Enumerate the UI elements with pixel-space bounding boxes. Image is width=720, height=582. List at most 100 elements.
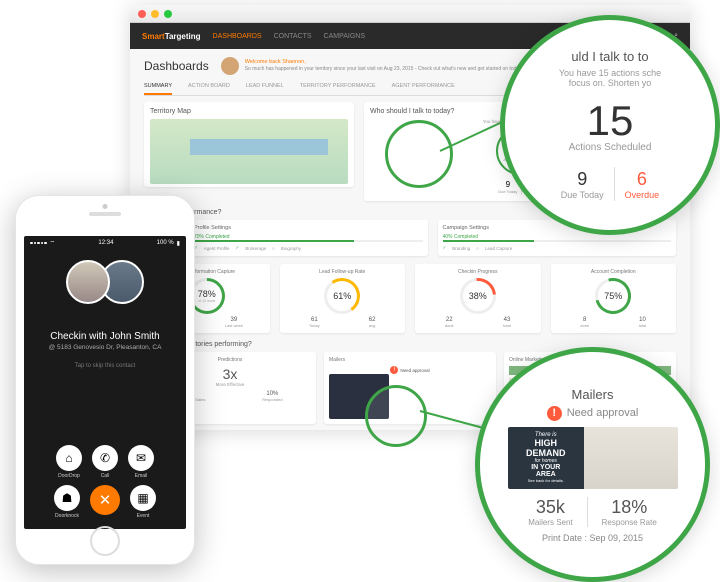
map-image[interactable] xyxy=(150,119,348,184)
battery-icon: ▮ xyxy=(177,240,180,247)
email-icon: ✉ xyxy=(128,445,154,471)
campaign-title: Campaign Settings xyxy=(443,225,489,231)
phone-mockup: ⌔ 12:34 100 %▮ Checkin with John Smith @… xyxy=(15,195,195,565)
dc2-resp-l: Response Rate xyxy=(602,518,657,527)
doorknock-icon: ☗ xyxy=(54,485,80,511)
dc2-t3: DEMAND xyxy=(526,448,566,458)
dc2-t6: AREA xyxy=(536,471,556,478)
campaign-i1: Branding xyxy=(452,246,470,251)
mailer-preview[interactable]: There is HIGH DEMAND for homes IN YOUR A… xyxy=(508,427,678,489)
tab-action-board[interactable]: ACTION BOARD xyxy=(188,79,230,95)
dc1-sub1: You have 15 actions sche xyxy=(559,68,661,78)
close-dot[interactable] xyxy=(138,10,146,18)
event-label: Event xyxy=(137,513,150,519)
doordrop-button[interactable]: ⌂ DoorDrop xyxy=(56,445,82,479)
g1-pct: 78% xyxy=(198,289,216,299)
gauge-account[interactable]: Account Completion 75% 8done10total xyxy=(551,264,677,333)
call-button[interactable]: ✆ Call xyxy=(92,445,118,479)
doordrop-icon: ⌂ xyxy=(56,445,82,471)
g1-f2l: Last week xyxy=(225,323,243,328)
detail-mailers-circle: Mailers ! Need approval There is HIGH DEM… xyxy=(475,347,710,582)
wifi-icon: ⌔ xyxy=(50,239,56,247)
g4-f1l: done xyxy=(580,323,589,328)
tab-lead-funnel[interactable]: LEAD FUNNEL xyxy=(246,79,284,95)
mailers-sm-appr: Need approval xyxy=(400,368,429,373)
dc2-t2: HIGH xyxy=(535,438,558,448)
dc2-divider xyxy=(587,497,588,527)
campaign-i2: Lead Capture xyxy=(485,246,512,251)
zoom-source-1 xyxy=(385,120,453,188)
g4-f2l: total xyxy=(639,323,647,328)
dc1-sub2: focus on. Shorten yo xyxy=(569,78,652,88)
dc2-title: Mailers xyxy=(572,387,614,402)
g2-f1l: Today xyxy=(309,323,320,328)
tab-agent-perf[interactable]: AGENT PERFORMANCE xyxy=(392,79,455,95)
welcome-banner: Welcome back Shannon, So much has happen… xyxy=(221,57,544,75)
doorknock-label: Doorknock xyxy=(55,513,79,519)
due-today-l: Due Today xyxy=(498,189,517,194)
pred-f2l: Responded xyxy=(262,397,282,402)
welcome-body: So much has happened in your territory s… xyxy=(245,66,544,73)
g3-title: Checkin Progress xyxy=(420,269,536,275)
mailer-photo xyxy=(584,427,678,489)
gauge-checkin[interactable]: Checkin Progress 38% 22done43total xyxy=(415,264,541,333)
nav-dashboards[interactable]: DASHBOARDS xyxy=(213,33,262,40)
nav-campaigns[interactable]: CAMPAIGNS xyxy=(324,33,366,40)
gauge-followup[interactable]: Lead Follow-up Rate 61% 61Today62avg xyxy=(280,264,406,333)
dc1-big: 15 xyxy=(587,100,634,142)
checkin-address: @ 5183 Genovesio Dr, Pleasanton, CA xyxy=(24,344,186,351)
close-button[interactable]: ✕ xyxy=(90,485,120,519)
checkin-title: Checkin with John Smith xyxy=(24,331,186,342)
doordrop-label: DoorDrop xyxy=(58,473,80,479)
g3-f1l: done xyxy=(445,323,454,328)
dc1-divider xyxy=(614,167,615,201)
max-dot[interactable] xyxy=(164,10,172,18)
profile-i3: Biography xyxy=(281,246,301,251)
profile-i1: Agent Profile xyxy=(204,246,230,251)
email-label: Email xyxy=(135,473,148,479)
dc2-sent-n: 35k xyxy=(528,497,572,518)
g2-pct: 61% xyxy=(333,291,351,301)
dc1-over-n: 6 xyxy=(625,169,660,190)
dc2-t5: IN YOUR xyxy=(531,464,560,471)
g3-f2l: total xyxy=(503,323,511,328)
dc1-title: uld I talk to to xyxy=(571,49,648,64)
phone-icon: ✆ xyxy=(92,445,118,471)
tab-territory-perf[interactable]: TERRITORY PERFORMANCE xyxy=(300,79,376,95)
contact-hero xyxy=(24,250,186,325)
tab-summary[interactable]: SUMMARY xyxy=(144,79,172,95)
g4-pct: 75% xyxy=(604,291,622,301)
g4-title: Account Completion xyxy=(556,269,672,275)
page-title: Dashboards xyxy=(144,59,209,73)
brand[interactable]: SmartTargeting xyxy=(142,32,201,41)
detail-actions-circle: uld I talk to to You have 15 actions sch… xyxy=(500,15,720,235)
g2-title: Lead Follow-up Rate xyxy=(285,269,401,275)
alert-icon: ! xyxy=(547,406,562,421)
calendar-icon: ▦ xyxy=(130,485,156,511)
event-button[interactable]: ▦ Event xyxy=(130,485,156,519)
who-title: Who should I talk to today? xyxy=(370,108,454,115)
min-dot[interactable] xyxy=(151,10,159,18)
dc2-t7: See back for details. xyxy=(528,478,564,483)
dc2-resp-n: 18% xyxy=(602,497,657,518)
call-label: Call xyxy=(101,473,110,479)
alert-icon: ! xyxy=(390,366,398,374)
contact-avatar[interactable] xyxy=(66,260,110,304)
skip-link[interactable]: Tap to skip this contact xyxy=(24,363,186,369)
status-bar: ⌔ 12:34 100 %▮ xyxy=(24,236,186,250)
dc1-lbl: Actions Scheduled xyxy=(569,142,652,153)
g1-sub: of 43 leads xyxy=(198,299,215,303)
status-batt: 100 % xyxy=(157,240,174,246)
email-button[interactable]: ✉ Email xyxy=(128,445,154,479)
g3-pct: 38% xyxy=(469,291,487,301)
dc2-appr: Need approval xyxy=(567,407,639,419)
doorknock-button[interactable]: ☗ Doorknock xyxy=(54,485,80,519)
territory-map-card: Territory Map xyxy=(144,102,354,187)
profile-i2: Brokerage xyxy=(245,246,266,251)
dc1-due-n: 9 xyxy=(561,169,604,190)
action-wheel: ⌂ DoorDrop ✆ Call ✉ Email ☗ Doorknock ✕ ▦ Eve… xyxy=(24,445,186,519)
phone-screen: ⌔ 12:34 100 %▮ Checkin with John Smith @… xyxy=(24,236,186,529)
profile-settings-card[interactable]: Profile Settings 70% Completed ✓Agent Pr… xyxy=(189,220,428,256)
status-time: 12:34 xyxy=(98,240,113,246)
nav-contacts[interactable]: CONTACTS xyxy=(274,33,312,40)
